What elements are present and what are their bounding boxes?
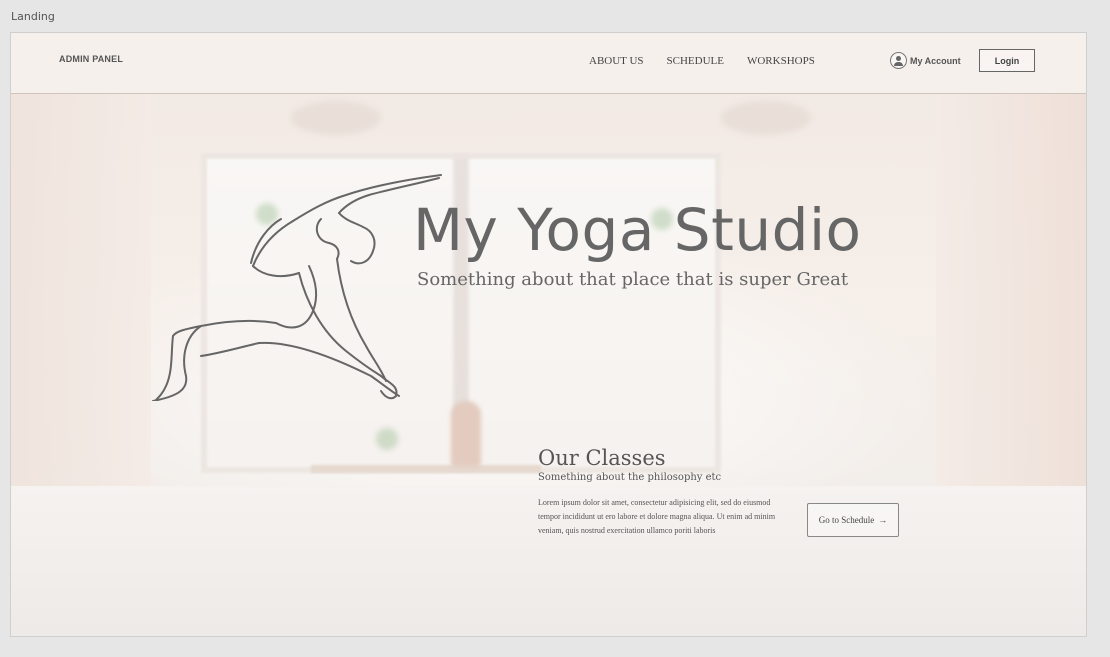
arrow-right-icon: → — [878, 515, 888, 525]
nav-link-schedule[interactable]: SCHEDULE — [667, 55, 724, 67]
go-to-schedule-label: Go to Schedule — [818, 515, 875, 525]
hero-title: My Yoga Studio — [413, 196, 862, 264]
navbar: ADMIN PANEL ABOUT US SCHEDULE WORKSHOPS … — [11, 33, 1086, 94]
nav-link-about-us[interactable]: ABOUT US — [589, 55, 644, 67]
classes-title: Our Classes — [538, 446, 666, 470]
my-account-label: My Account — [910, 55, 961, 66]
yoga-pose-logo-icon — [152, 174, 442, 401]
user-circle-icon — [890, 52, 907, 69]
go-to-schedule-button[interactable]: Go to Schedule → — [807, 503, 899, 537]
landing-page: ADMIN PANEL ABOUT US SCHEDULE WORKSHOPS … — [10, 32, 1087, 637]
login-button[interactable]: Login — [979, 49, 1035, 72]
classes-subtitle: Something about the philosophy etc — [538, 472, 722, 483]
classes-body-text: Lorem ipsum dolor sit amet, consectetur … — [538, 498, 776, 535]
nav-link-workshops[interactable]: WORKSHOPS — [747, 55, 815, 67]
artboard-label: Landing — [11, 10, 55, 23]
my-account-link[interactable]: My Account — [890, 52, 961, 69]
nav-links: ABOUT US SCHEDULE WORKSHOPS — [589, 55, 815, 67]
hero-subtitle: Something about that place that is super… — [417, 269, 849, 290]
brand-admin-panel[interactable]: ADMIN PANEL — [59, 54, 123, 64]
